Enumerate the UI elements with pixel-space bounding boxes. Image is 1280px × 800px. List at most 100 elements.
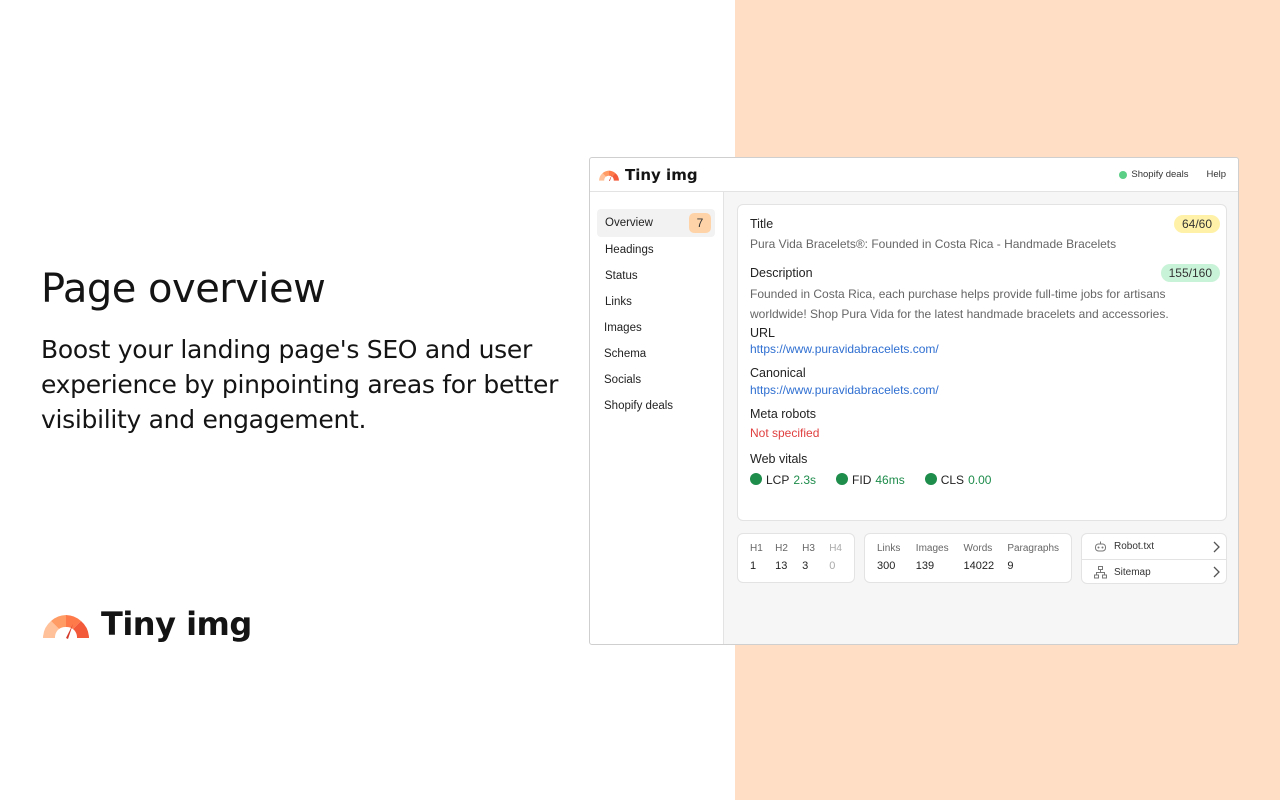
- hero-title: Page overview: [41, 266, 326, 312]
- gauge-logo-icon: [43, 615, 89, 639]
- hero-description: Boost your landing page's SEO and user e…: [41, 335, 559, 434]
- vital-fid: FID 46ms: [836, 472, 905, 487]
- extension-window: Tiny img Shopify deals Help Overview 7 H…: [589, 157, 1239, 645]
- window-wordmark: Tiny img: [625, 165, 698, 184]
- sidebar: Overview 7 Headings Status Links Images …: [590, 192, 724, 644]
- robots-txt-label: Robot.txt: [1114, 541, 1155, 552]
- stat-value: 3: [802, 560, 809, 572]
- content-stats-card: Links 300 Images 139 Words 14022 Paragra…: [864, 533, 1072, 583]
- shopify-deals-link[interactable]: Shopify deals: [1119, 169, 1188, 180]
- sidebar-item-links[interactable]: Links: [597, 289, 715, 315]
- stat-images: Images 139: [916, 543, 964, 582]
- window-header: Tiny img Shopify deals Help: [590, 158, 1238, 192]
- gauge-logo-icon: [599, 170, 619, 181]
- stats-row: H1 1 H2 13 H3 3 H4 0 Links 300 Images 13…: [737, 533, 1227, 584]
- stat-h1: H1 1: [750, 543, 775, 582]
- sidebar-item-label: Shopify deals: [604, 400, 674, 412]
- window-brand: Tiny img: [598, 166, 698, 184]
- headings-stats-card: H1 1 H2 13 H3 3 H4 0: [737, 533, 855, 583]
- stat-label: Words: [963, 543, 993, 554]
- stat-label: Links: [877, 543, 901, 554]
- meta-robots-label: Meta robots: [750, 407, 817, 421]
- vital-name: CLS: [940, 473, 965, 487]
- stat-label: H1: [750, 543, 763, 554]
- sidebar-item-label: Headings: [605, 244, 654, 256]
- sidebar-item-label: Socials: [604, 374, 642, 386]
- sidebar-item-shopify-deals[interactable]: Shopify deals: [597, 393, 715, 419]
- vital-cls: CLS 0.00: [924, 472, 992, 487]
- overview-card: Title 64/60 Pura Vida Bracelets®: Founde…: [737, 204, 1227, 521]
- vital-value: 2.3s: [793, 473, 817, 487]
- sidebar-item-images[interactable]: Images: [597, 315, 715, 341]
- title-label: Title: [750, 217, 774, 231]
- stat-label: H3: [802, 543, 815, 554]
- status-dot-icon: [1119, 170, 1128, 179]
- url-link[interactable]: https://www.puravidabracelets.com/: [750, 342, 1220, 356]
- web-vitals: LCP 2.3s FID 46ms CLS 0.00: [750, 472, 1220, 487]
- sitemap-left: Sitemap: [1094, 565, 1151, 579]
- vital-value: 46ms: [875, 473, 905, 487]
- main-panel: Title 64/60 Pura Vida Bracelets®: Founde…: [724, 192, 1238, 644]
- stat-value: 139: [915, 560, 935, 572]
- help-link[interactable]: Help: [1206, 169, 1226, 180]
- sidebar-item-label: Overview: [605, 217, 653, 229]
- sidebar-item-status[interactable]: Status: [597, 263, 715, 289]
- sidebar-item-headings[interactable]: Headings: [597, 237, 715, 263]
- description-label: Description: [750, 266, 813, 280]
- stat-paragraphs: Paragraphs 9: [1007, 543, 1059, 582]
- title-count-badge: 64/60: [1173, 215, 1220, 233]
- sitemap-icon: [1094, 565, 1107, 578]
- stat-h2: H2 13: [775, 543, 802, 582]
- chevron-right-icon: [1213, 566, 1220, 578]
- status-dot-icon: [750, 472, 762, 485]
- sidebar-item-schema[interactable]: Schema: [597, 341, 715, 367]
- stat-links: Links 300: [877, 543, 916, 582]
- sitemap-label: Sitemap: [1114, 566, 1151, 578]
- canonical-link[interactable]: https://www.puravidabracelets.com/: [750, 383, 1220, 397]
- stat-words: Words 14022: [964, 543, 1008, 582]
- brand-wordmark: Tiny img: [101, 605, 252, 643]
- chevron-right-icon: [1213, 541, 1220, 552]
- stat-value: 14022: [963, 560, 995, 572]
- stat-h4: H4 0: [829, 543, 842, 582]
- canonical-label: Canonical: [750, 366, 806, 380]
- stat-label: H4: [829, 543, 842, 554]
- web-vitals-label: Web vitals: [750, 452, 808, 466]
- stat-value: 13: [775, 560, 788, 572]
- sidebar-item-overview[interactable]: Overview 7: [597, 209, 715, 237]
- stat-label: Images: [915, 543, 949, 554]
- sitemap-link[interactable]: Sitemap: [1082, 559, 1226, 584]
- description-value: Founded in Costa Rica, each purchase hel…: [750, 287, 1169, 321]
- vital-value: 0.00: [968, 473, 992, 487]
- sidebar-item-label: Schema: [604, 348, 647, 360]
- meta-robots-value: Not specified: [750, 426, 820, 440]
- stat-value: 9: [1007, 560, 1014, 572]
- vital-lcp: LCP 2.3s: [750, 472, 817, 487]
- robots-txt-link[interactable]: Robot.txt: [1082, 534, 1226, 559]
- stat-value: 0: [829, 560, 836, 572]
- sidebar-item-label: Images: [604, 322, 642, 334]
- stat-value: 300: [877, 560, 896, 572]
- header-actions: Shopify deals Help: [1119, 169, 1226, 180]
- stat-label: H2: [775, 543, 788, 554]
- overview-count-badge: 7: [689, 213, 711, 233]
- stat-value: 1: [750, 560, 757, 572]
- vital-name: FID: [852, 473, 872, 487]
- title-row: Title 64/60: [750, 215, 1220, 233]
- robot-icon: [1095, 541, 1106, 552]
- vital-name: LCP: [766, 473, 790, 487]
- shopify-deals-label: Shopify deals: [1131, 169, 1189, 180]
- stat-label: Paragraphs: [1007, 543, 1060, 554]
- brand-logo: Tiny img: [41, 605, 252, 643]
- title-value: Pura Vida Bracelets®: Founded in Costa R…: [750, 237, 1117, 251]
- url-label: URL: [750, 326, 776, 340]
- stat-h3: H3 3: [802, 543, 829, 582]
- sidebar-item-label: Status: [605, 270, 638, 282]
- robots-txt-left: Robot.txt: [1094, 541, 1154, 552]
- quick-links-card: Robot.txt Sitemap: [1081, 533, 1227, 584]
- sidebar-item-socials[interactable]: Socials: [597, 367, 715, 393]
- description-count-badge: 155/160: [1160, 264, 1220, 282]
- description-row: Description 155/160: [750, 264, 1220, 282]
- status-dot-icon: [836, 472, 849, 485]
- status-dot-icon: [924, 472, 937, 485]
